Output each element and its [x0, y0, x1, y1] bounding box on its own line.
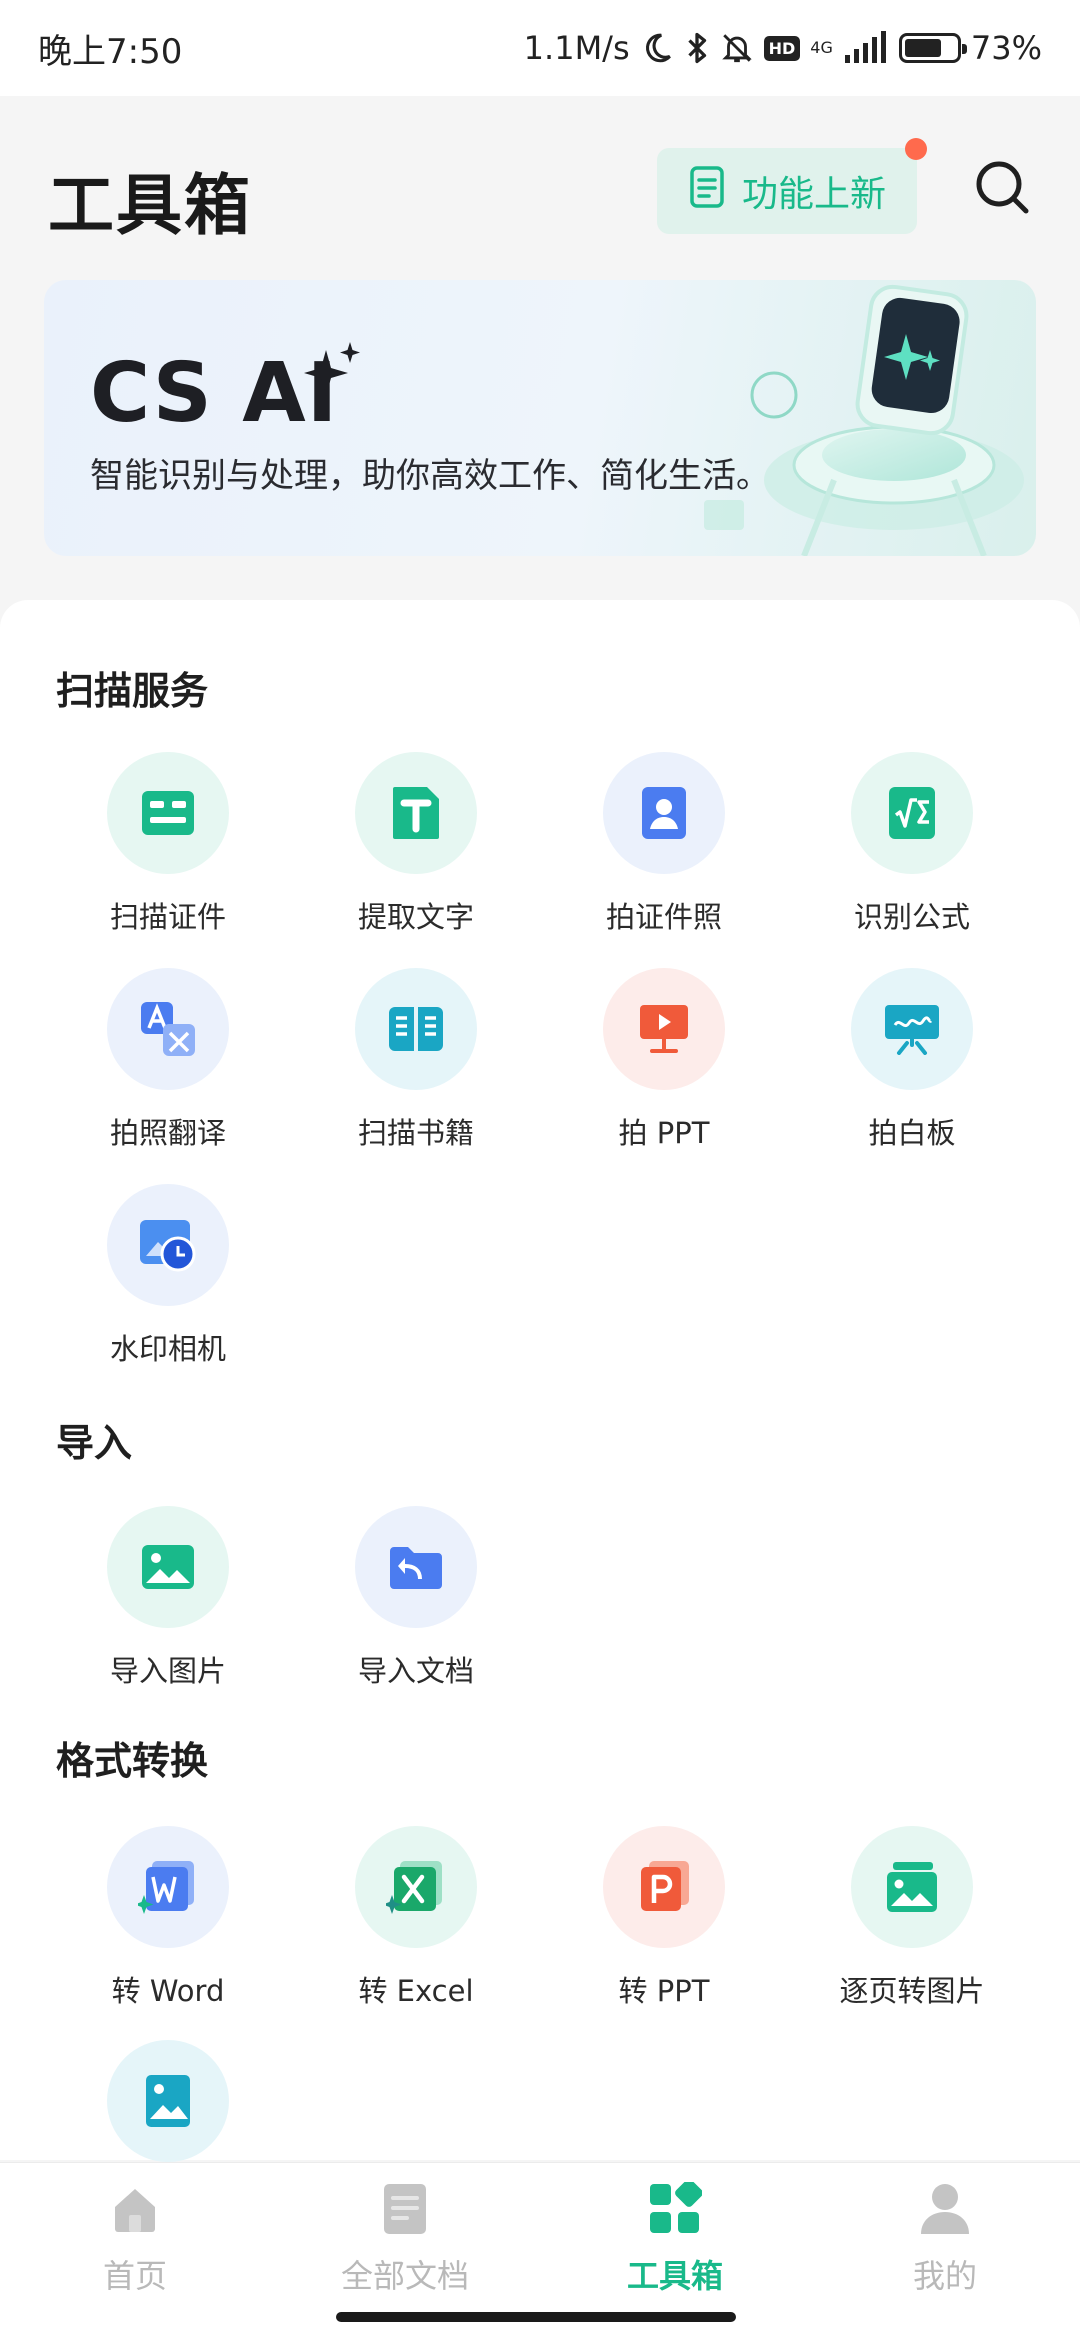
notification-dot	[905, 138, 927, 160]
word-icon	[107, 1826, 229, 1948]
image-icon	[107, 1506, 229, 1628]
battery-icon	[898, 33, 967, 63]
id-photo-icon	[603, 752, 725, 874]
presentation-icon	[603, 968, 725, 1090]
tool-label: 拍 PPT	[618, 1116, 710, 1150]
folder-import-icon	[355, 1506, 477, 1628]
page-title: 工具箱	[48, 167, 252, 244]
hd-badge: HD	[763, 35, 801, 61]
search-icon	[973, 158, 1031, 220]
tool-label: 提取文字	[357, 900, 474, 934]
search-button[interactable]	[970, 154, 1034, 224]
tool-label: 识别公式	[853, 900, 970, 934]
home-icon	[105, 2179, 165, 2239]
network-type: 4G	[810, 38, 833, 57]
tool-label: 转 Excel	[358, 1974, 474, 2008]
tool-watermark-camera[interactable]: 水印相机	[44, 1184, 292, 1374]
tool-label: 转 Word	[111, 1974, 225, 2008]
tool-to-excel[interactable]: 转 Excel	[292, 1826, 540, 2016]
tool-label: 转 PPT	[618, 1974, 710, 2008]
battery-text: 73%	[970, 29, 1042, 67]
tool-label: 导入文档	[357, 1654, 474, 1688]
nav-item-profile[interactable]: 我的	[810, 2179, 1080, 2319]
new-features-button[interactable]: 功能上新	[657, 138, 927, 234]
tool-import-image[interactable]: 导入图片	[44, 1506, 292, 1696]
section-title-scan: 扫描服务	[56, 669, 209, 713]
net-speed: 1.1M/s	[523, 29, 630, 67]
tool-formula[interactable]: 识别公式	[788, 752, 1036, 942]
header: 工具箱 功能上新	[0, 96, 1080, 276]
long-image-icon	[107, 2040, 229, 2162]
signal-icon	[843, 28, 889, 68]
translate-icon	[107, 968, 229, 1090]
excel-icon	[355, 1826, 477, 1948]
status-bar: 晚上7:50 1.1M/s HD 4G 73%	[0, 0, 1080, 96]
tool-label: 拍照翻译	[109, 1116, 226, 1150]
tool-pages-to-image[interactable]: 逐页转图片	[788, 1826, 1036, 2016]
pages-to-image-icon	[851, 1826, 973, 1948]
tool-scan-id[interactable]: 扫描证件	[44, 752, 292, 942]
cs-ai-banner[interactable]: CS AI 智能识别与处理，助你高效工作、简化生活。	[44, 280, 1036, 556]
tools-card: 扫描服务 扫描证件 提取文字 拍证件照 识别公式 拍照翻译 扫描书籍 拍 PPT…	[0, 600, 1080, 2162]
tool-translate[interactable]: 拍照翻译	[44, 968, 292, 1158]
home-indicator	[336, 2312, 736, 2322]
documents-icon	[375, 2179, 435, 2239]
book-icon	[355, 968, 477, 1090]
tool-id-photo[interactable]: 拍证件照	[540, 752, 788, 942]
tool-to-ppt[interactable]: 转 PPT	[540, 1826, 788, 2016]
watermark-camera-icon	[107, 1184, 229, 1306]
nav-label: 首页	[102, 2257, 167, 2295]
ppt-icon	[603, 1826, 725, 1948]
tool-label: 水印相机	[109, 1332, 226, 1366]
tool-label: 拍证件照	[605, 900, 722, 934]
nav-label: 全部文档	[340, 2257, 469, 2295]
tool-scan-book[interactable]: 扫描书籍	[292, 968, 540, 1158]
formula-icon	[851, 752, 973, 874]
tool-label: 扫描书籍	[357, 1116, 474, 1150]
nav-label: 我的	[912, 2257, 977, 2295]
whiteboard-icon	[851, 968, 973, 1090]
mute-bell-icon	[720, 28, 754, 68]
status-icons: 1.1M/s HD 4G 73%	[524, 28, 1042, 68]
sparkle-icon	[302, 340, 364, 406]
ai-illustration	[684, 280, 1036, 556]
nav-item-toolbox[interactable]: 工具箱	[540, 2179, 810, 2319]
tool-label: 扫描证件	[109, 900, 226, 934]
tool-label: 拍白板	[868, 1116, 956, 1150]
nav-item-home[interactable]: 首页	[0, 2179, 270, 2319]
tool-whiteboard[interactable]: 拍白板	[788, 968, 1036, 1158]
new-features-label: 功能上新	[741, 174, 886, 215]
moon-icon	[640, 28, 674, 68]
banner-subtitle: 智能识别与处理，助你高效工作、简化生活。	[90, 456, 770, 496]
id-card-icon	[107, 752, 229, 874]
document-icon	[688, 165, 728, 218]
profile-icon	[915, 2179, 975, 2239]
tool-label: 逐页转图片	[839, 1974, 985, 2008]
tool-label: 导入图片	[109, 1654, 226, 1688]
text-extract-icon	[355, 752, 477, 874]
tool-to-word[interactable]: 转 Word	[44, 1826, 292, 2016]
tool-scan-ppt[interactable]: 拍 PPT	[540, 968, 788, 1158]
nav-item-documents[interactable]: 全部文档	[270, 2179, 540, 2319]
toolbox-icon	[645, 2179, 705, 2239]
tool-extract-text[interactable]: 提取文字	[292, 752, 540, 942]
section-title-convert: 格式转换	[56, 1739, 209, 1783]
tool-import-document[interactable]: 导入文档	[292, 1506, 540, 1696]
status-time: 晚上7:50	[38, 31, 183, 72]
bluetooth-icon	[684, 28, 710, 68]
section-title-import: 导入	[56, 1421, 133, 1465]
nav-label: 工具箱	[626, 2257, 723, 2295]
